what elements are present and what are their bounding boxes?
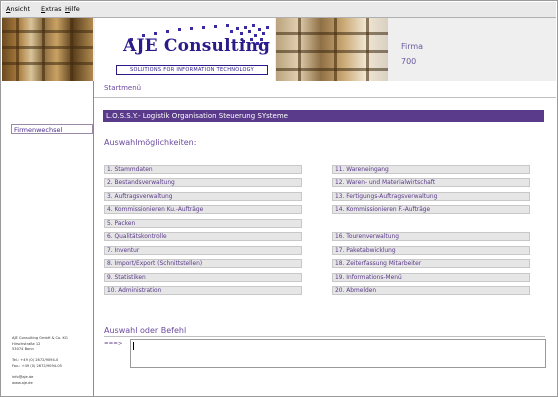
menu-bar: Ansicht Extras Hilfe <box>2 2 556 18</box>
firma-number: 700 <box>401 57 417 66</box>
menu-ansicht-access-key: A <box>6 5 11 13</box>
sidebar: Firmenwechsel AJE Consulting GmbH & Co. … <box>2 81 94 396</box>
menu-option-5[interactable]: 5. Packen <box>104 219 302 228</box>
logo-title: AJE Consulting <box>123 36 271 56</box>
menu-ansicht[interactable]: Ansicht <box>6 5 30 13</box>
menu-option-10[interactable]: 10. Administration <box>104 286 302 295</box>
breadcrumb: Startmenü <box>104 84 142 92</box>
application-window: Ansicht Extras Hilfe AJE Consulting SOLU… <box>0 0 558 397</box>
menu-option-13[interactable]: 13. Fertigungs-Auftragsverwaltung <box>332 192 530 201</box>
menu-option-2[interactable]: 2. Bestandsverwaltung <box>104 178 302 187</box>
system-banner: L.O.S.S.Y.- Logistik Organisation Steuer… <box>103 110 544 122</box>
options-heading: Auswahlmöglichkeiten: <box>104 138 197 147</box>
menu-option-19[interactable]: 19. Informations-Menü <box>332 273 530 282</box>
menu-option-6[interactable]: 6. Qualitätskontrolle <box>104 232 302 241</box>
menu-option-14[interactable]: 14. Kommissionieren F.-Aufträge <box>332 205 530 214</box>
menu-hilfe-access-key: H <box>65 5 70 13</box>
firma-label: Firma <box>401 42 424 51</box>
warehouse-photo-left <box>2 18 93 81</box>
menu-option-20[interactable]: 20. Abmelden <box>332 286 530 295</box>
text-caret <box>133 342 134 350</box>
company-address: AJE Consulting GmbH & Co. KG Hirschstraß… <box>12 336 68 386</box>
menu-option-12[interactable]: 12. Waren- und Materialwirtschaft <box>332 178 530 187</box>
main-content: Startmenü L.O.S.S.Y.- Logistik Organisat… <box>94 81 556 396</box>
menu-option-1[interactable]: 1. Stammdaten <box>104 165 302 174</box>
header: AJE Consulting SOLUTIONS FOR INFORMATION… <box>2 18 556 81</box>
menu-option-3[interactable]: 3. Auftragsverwaltung <box>104 192 302 201</box>
menu-option-4[interactable]: 4. Kommissionieren Ku.-Aufträge <box>104 205 302 214</box>
company-logo: AJE Consulting SOLUTIONS FOR INFORMATION… <box>95 18 275 81</box>
command-input[interactable] <box>130 339 546 368</box>
command-prompt: ===> <box>104 341 123 347</box>
menu-option-17[interactable]: 17. Paketabwicklung <box>332 246 530 255</box>
address-line: Fax.: +49 (0) 2672/9094-05 <box>12 363 62 368</box>
logo-subtitle: SOLUTIONS FOR INFORMATION TECHNOLOGY <box>116 65 268 75</box>
menu-option-18[interactable]: 18. Zeiterfassung Mitarbeiter <box>332 259 530 268</box>
menu-hilfe[interactable]: Hilfe <box>65 5 80 13</box>
menu-option-9[interactable]: 9. Statistiken <box>104 273 302 282</box>
menu-option-16[interactable]: 16. Tourenverwaltung <box>332 232 530 241</box>
address-line: AJE Consulting GmbH & Co. KG <box>12 336 68 340</box>
divider <box>104 336 545 337</box>
menu-option-11[interactable]: 11. Wareneingang <box>332 165 530 174</box>
menu-extras[interactable]: Extras <box>41 5 62 13</box>
firmenwechsel-button[interactable]: Firmenwechsel <box>11 124 93 134</box>
menu-option-7[interactable]: 7. Inventur <box>104 246 302 255</box>
warehouse-photo-right <box>276 18 388 81</box>
divider <box>94 97 556 98</box>
address-line: www.aje.de <box>12 380 33 385</box>
menu-extras-access-key: E <box>41 5 46 13</box>
menu-option-8[interactable]: 8. Import/Export (Schnittstellen) <box>104 259 302 268</box>
command-heading: Auswahl oder Befehl <box>104 326 187 335</box>
